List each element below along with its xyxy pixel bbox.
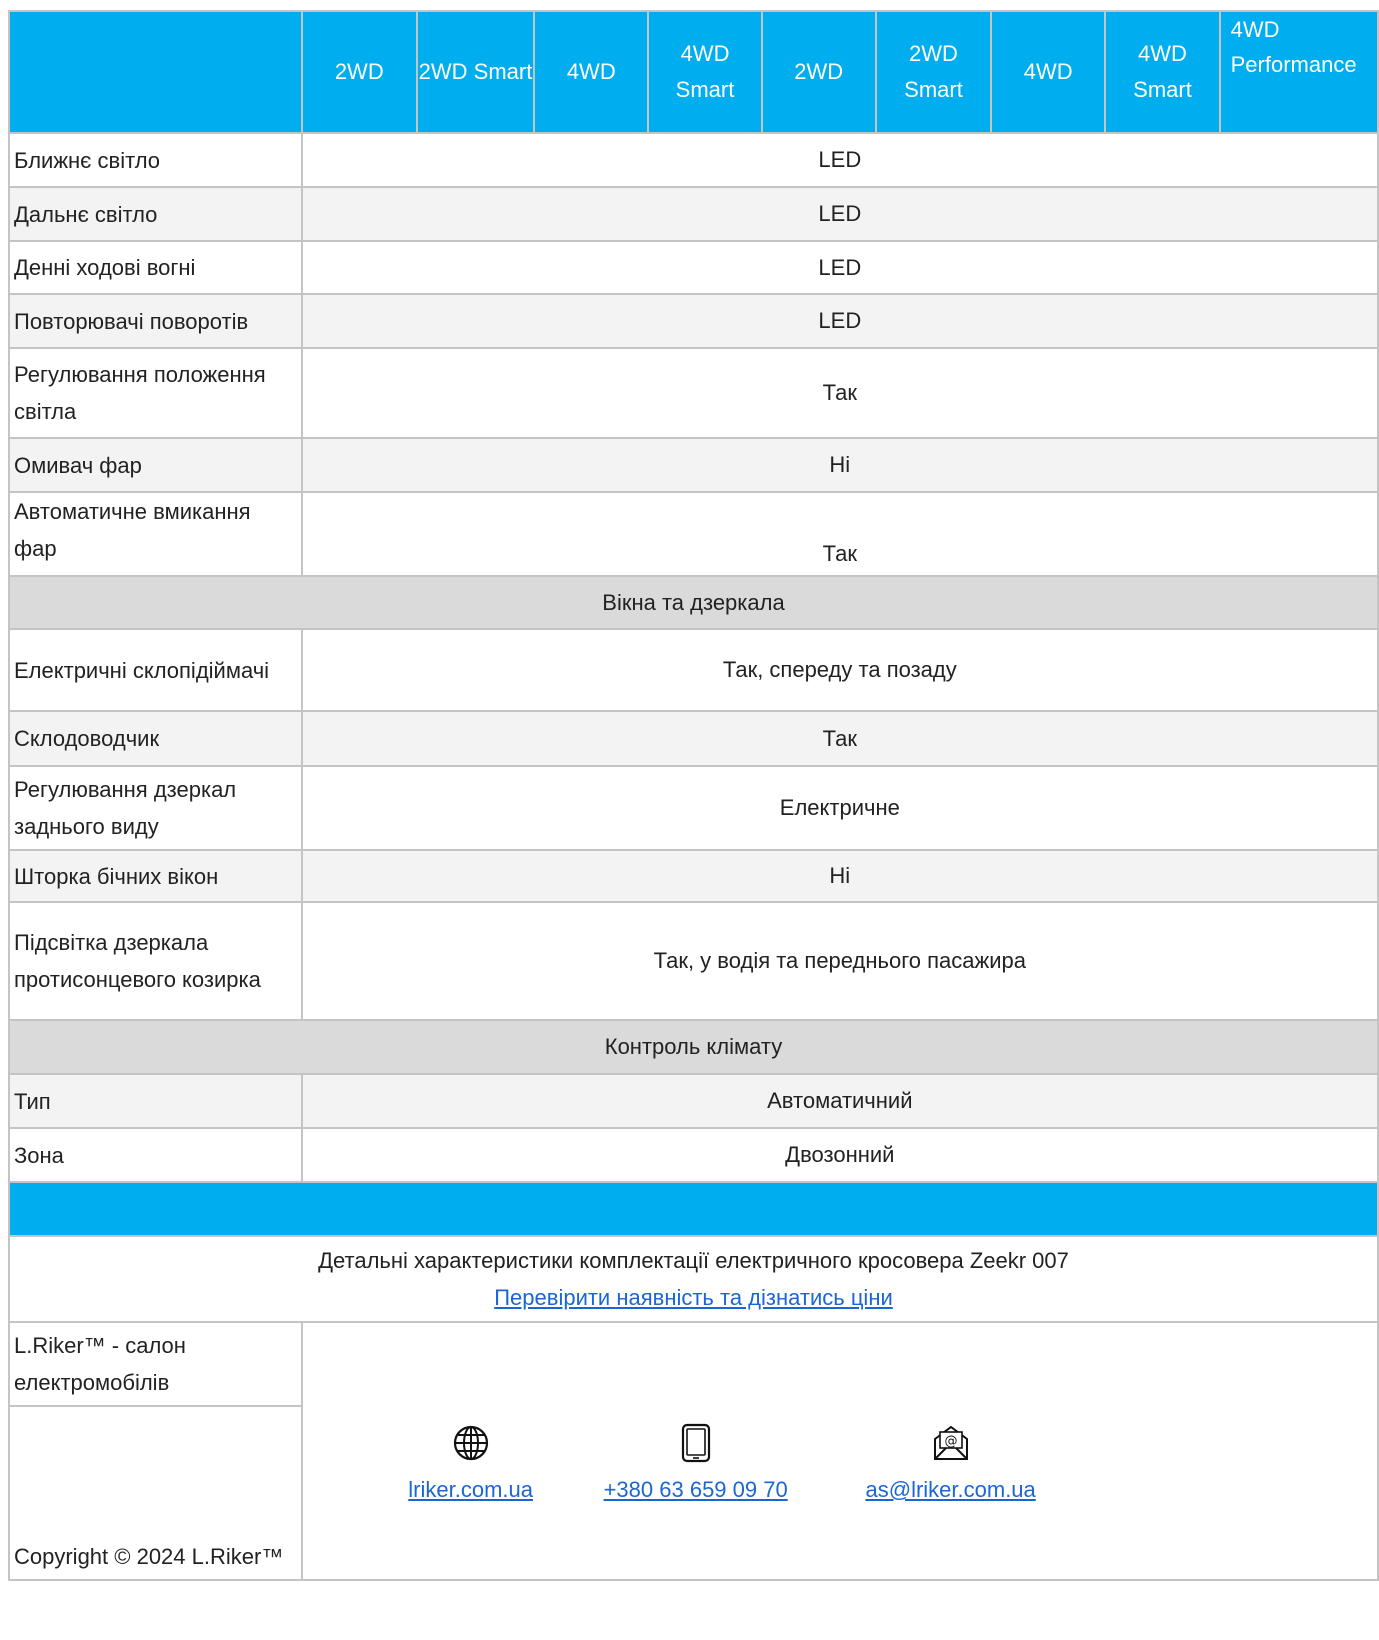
row-label: Зона [8,1127,303,1183]
column-header: 4WD Smart [647,10,763,134]
column-header: 4WD Performance [1218,10,1379,134]
info-row: Детальні характеристики комплектації еле… [8,1235,1379,1323]
table-row: Регулювання дзеркал заднього виду Електр… [8,765,1379,851]
row-value: Так, у водія та переднього пасажира [300,901,1379,1021]
website-link[interactable]: lriker.com.ua [408,1477,533,1502]
row-value: Так [300,347,1379,439]
row-value: Ні [300,437,1379,493]
column-header: 2WD Smart [874,10,993,134]
info-description: Детальні характеристики комплектації еле… [318,1248,1069,1273]
row-label: Тип [8,1073,303,1129]
column-header: 4WD Smart [1104,10,1221,134]
table-row: Електричні склопідіймачі Так, спереду та… [8,628,1379,712]
table-row: Тип Автоматичний [8,1073,1379,1129]
globe-icon [453,1425,488,1461]
row-label: Регулювання дзеркал заднього виду [8,765,303,851]
row-label: Регулювання положення світла [8,347,303,439]
row-label: Автоматичне вмикання фар [8,491,303,577]
row-label: Електричні склопідіймачі [8,628,303,712]
column-header: 2WD [760,10,877,134]
row-label: Денні ходові вогні [8,240,303,295]
row-label: Склодоводчик [8,710,303,767]
table-row: Повторювачі поворотів LED [8,293,1379,349]
section-header: Контроль клімату [8,1019,1379,1075]
row-value: LED [300,240,1379,295]
header-row: 2WD 2WD Smart 4WD 4WD Smart 2WD 2WD Smar… [8,10,1379,134]
spec-table: 2WD 2WD Smart 4WD 4WD Smart 2WD 2WD Smar… [8,10,1379,1581]
column-header-text: 4WD Performance [1230,17,1357,77]
table-row: Ближнє світло LED [8,132,1379,188]
row-label: Дальнє світло [8,186,303,242]
header-corner [8,10,303,134]
table-row: Зона Двозонний [8,1127,1379,1183]
contacts-cell: lriker.com.ua +380 63 659 09 70 @ as@lri… [300,1321,1379,1581]
info-cell: Детальні характеристики комплектації еле… [8,1235,1379,1323]
copyright: Copyright © 2024 L.Riker™ [8,1405,303,1581]
phone-link[interactable]: +380 63 659 09 70 [604,1477,788,1502]
spec-page: 2WD 2WD Smart 4WD 4WD Smart 2WD 2WD Smar… [0,0,1379,1640]
table-row: Денні ходові вогні LED [8,240,1379,295]
row-label: Омивач фар [8,437,303,493]
company-name: L.Riker™ - салон електромобілів [8,1321,303,1407]
table-row: Регулювання положення світла Так [8,347,1379,439]
column-header: 2WD [300,10,418,134]
section-title: Вікна та дзеркала [8,575,1379,630]
row-value: Електричне [300,765,1379,851]
column-header: 2WD Smart [415,10,536,134]
check-availability-link[interactable]: Перевірити наявність та дізнатись ціни [494,1285,893,1310]
row-label: Шторка бічних вікон [8,849,303,903]
row-label: Підсвітка дзеркала протисонцевого козирк… [8,901,303,1021]
row-value: Двозонний [300,1127,1379,1183]
svg-text:@: @ [944,1434,957,1449]
row-value: LED [300,132,1379,188]
row-value: Так, спереду та позаду [300,628,1379,712]
table-row: Дальнє світло LED [8,186,1379,242]
envelope-at-icon: @ [933,1425,968,1460]
row-value: Ні [300,849,1379,903]
footer-row-company: L.Riker™ - салон електромобілів lriker.c… [8,1321,1379,1581]
table-row: Підсвітка дзеркала протисонцевого козирк… [8,901,1379,1021]
column-header: 4WD [990,10,1107,134]
row-value: LED [300,186,1379,242]
table-row: Автоматичне вмикання фар Так [8,491,1379,577]
row-value: Так [300,491,1379,577]
row-label: Повторювачі поворотів [8,293,303,349]
contact-website[interactable]: lriker.com.ua [396,1423,546,1503]
tablet-icon [681,1423,710,1463]
email-link[interactable]: as@lriker.com.ua [866,1477,1036,1502]
contact-email[interactable]: @ as@lriker.com.ua [846,1423,1056,1503]
row-value: Автоматичний [300,1073,1379,1129]
divider-band-cell [8,1181,1379,1237]
section-title: Контроль клімату [8,1019,1379,1075]
table-row: Склодоводчик Так [8,710,1379,767]
table-row: Шторка бічних вікон Ні [8,849,1379,903]
column-header: 4WD [533,10,650,134]
contacts-area: lriker.com.ua +380 63 659 09 70 @ as@lri… [303,1323,1377,1563]
row-value: Так [300,710,1379,767]
table-row: Омивач фар Ні [8,437,1379,493]
row-label: Ближнє світло [8,132,303,188]
row-value: LED [300,293,1379,349]
contact-phone[interactable]: +380 63 659 09 70 [586,1423,806,1503]
spec-table-wrapper: 2WD 2WD Smart 4WD 4WD Smart 2WD 2WD Smar… [8,10,1379,1581]
section-header: Вікна та дзеркала [8,575,1379,630]
divider-band [8,1181,1379,1237]
